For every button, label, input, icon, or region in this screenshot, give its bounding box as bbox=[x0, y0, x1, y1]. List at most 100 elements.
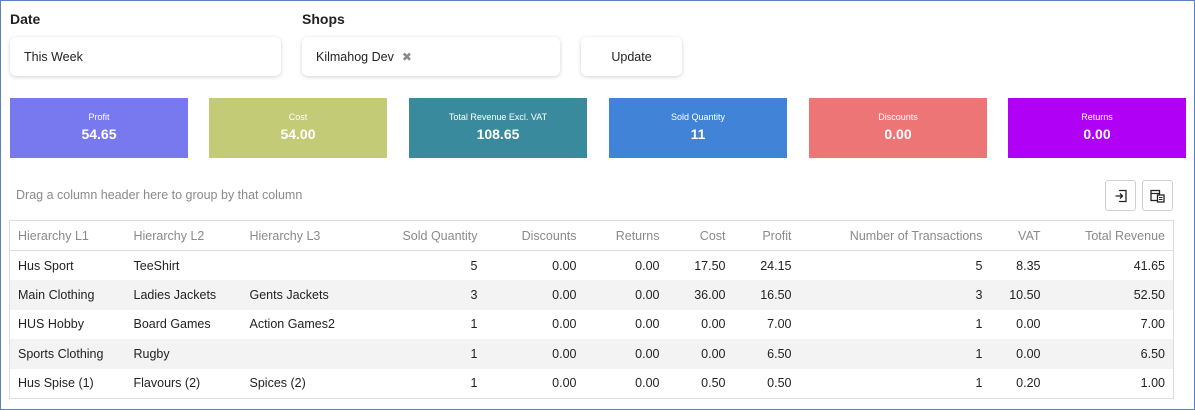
table-cell bbox=[242, 251, 362, 281]
table-cell: 0.00 bbox=[485, 280, 585, 310]
table-cell: 0.00 bbox=[584, 280, 668, 310]
table-cell: 1 bbox=[975, 317, 983, 332]
kpi-label: Discounts bbox=[878, 112, 918, 122]
table-cell: Ladies Jackets bbox=[125, 280, 242, 310]
header-row: Hierarchy L1 Hierarchy L2 Hierarchy L3 S… bbox=[9, 220, 1174, 251]
column-header[interactable]: Returns bbox=[584, 220, 668, 251]
column-header[interactable]: Discounts bbox=[485, 220, 585, 251]
table-cell: HUS Hobby bbox=[18, 317, 84, 332]
kpi-value: 0.00 bbox=[884, 126, 912, 142]
table-cell: 41.65 bbox=[1133, 258, 1165, 273]
table-cell: 10.50 bbox=[990, 280, 1049, 310]
table-cell: 17.50 bbox=[694, 258, 726, 273]
table-cell: Main Clothing bbox=[9, 280, 126, 310]
update-button[interactable]: Update bbox=[581, 37, 682, 76]
table-row[interactable]: Hus Spise (1) Flavours (2) Spices (2) 1 … bbox=[10, 369, 1174, 399]
table-row[interactable]: Main Clothing Ladies Jackets Gents Jacke… bbox=[9, 280, 1174, 310]
table-cell: Gents Jackets bbox=[241, 280, 362, 310]
table-cell: 0.00 bbox=[584, 339, 668, 369]
table-cell: 0.00 bbox=[552, 317, 577, 332]
kpi-value: 0.00 bbox=[1083, 126, 1111, 142]
table-cell: 0.00 bbox=[990, 339, 1049, 369]
table-cell: 5 bbox=[470, 258, 478, 273]
kpi-card-revenue-excl-vat: Total Revenue Excl. VAT 108.65 bbox=[409, 98, 587, 158]
kpi-value: 54.00 bbox=[280, 126, 316, 142]
table-cell: 3 bbox=[799, 280, 991, 310]
kpi-value: 108.65 bbox=[476, 126, 520, 142]
kpi-card-sold-quantity: Sold Quantity 11 bbox=[609, 98, 787, 158]
table-cell: 1 bbox=[470, 376, 478, 391]
kpi-label: Total Revenue Excl. VAT bbox=[448, 112, 548, 122]
table-cell: 1 bbox=[799, 339, 991, 369]
kpi-card-cost: Cost 54.00 bbox=[209, 98, 387, 158]
shops-label: Shops bbox=[302, 11, 345, 27]
table-cell: 1 bbox=[975, 376, 983, 391]
column-chooser-icon bbox=[1150, 189, 1165, 203]
table-cell: 24.15 bbox=[760, 258, 792, 273]
table-cell: 7.00 bbox=[767, 317, 792, 332]
table-cell: 0.00 bbox=[635, 317, 660, 332]
table-cell: TeeShirt bbox=[133, 258, 180, 273]
table-cell: Rugby bbox=[125, 339, 242, 369]
table-row[interactable]: Hus Sport TeeShirt 5 0.00 0.00 17.50 24.… bbox=[10, 251, 1174, 281]
table-cell: 3 bbox=[361, 280, 486, 310]
export-icon bbox=[1115, 189, 1127, 202]
export-button[interactable] bbox=[1105, 180, 1136, 211]
table-cell: 5 bbox=[975, 258, 983, 273]
column-header[interactable]: Profit bbox=[733, 220, 800, 251]
date-select[interactable]: This Week bbox=[10, 37, 281, 76]
table-cell: 7.00 bbox=[1140, 317, 1165, 332]
column-header[interactable]: Total Revenue bbox=[1048, 220, 1174, 251]
date-label: Date bbox=[10, 11, 41, 27]
shop-chip-label: Kilmahog Dev bbox=[316, 49, 394, 64]
table-cell: 6.50 bbox=[1048, 339, 1174, 369]
column-header[interactable]: Cost bbox=[667, 220, 734, 251]
table-cell: Hus Spise (1) bbox=[18, 376, 94, 391]
table-cell: 1.00 bbox=[1140, 376, 1165, 391]
kpi-label: Cost bbox=[288, 112, 308, 122]
column-header[interactable]: Number of Transactions bbox=[799, 220, 991, 251]
column-header[interactable]: VAT bbox=[990, 220, 1049, 251]
sales-grid: Hierarchy L1 Hierarchy L2 Hierarchy L3 S… bbox=[9, 220, 1174, 399]
kpi-card-discounts: Discounts 0.00 bbox=[809, 98, 987, 158]
column-header[interactable]: Sold Quantity bbox=[361, 220, 486, 251]
table-cell: 0.00 bbox=[552, 258, 577, 273]
table-cell: 0.00 bbox=[1016, 317, 1041, 332]
table-cell: Action Games2 bbox=[249, 317, 335, 332]
column-header[interactable]: Hierarchy L2 bbox=[125, 220, 242, 251]
table-cell: 0.00 bbox=[485, 339, 585, 369]
table-cell: 0.00 bbox=[667, 339, 734, 369]
table-cell: 1 bbox=[361, 339, 486, 369]
table-cell: 16.50 bbox=[733, 280, 800, 310]
table-cell: Flavours (2) bbox=[133, 376, 201, 391]
table-cell: Sports Clothing bbox=[9, 339, 126, 369]
kpi-card-returns: Returns 0.00 bbox=[1008, 98, 1186, 158]
table-cell: 0.00 bbox=[635, 376, 660, 391]
kpi-label: Sold Quantity bbox=[670, 112, 726, 122]
table-cell: 0.50 bbox=[701, 376, 726, 391]
table-cell: 1 bbox=[470, 317, 478, 332]
table-cell: 0.00 bbox=[701, 317, 726, 332]
table-cell: 36.00 bbox=[667, 280, 734, 310]
column-header[interactable]: Hierarchy L1 bbox=[9, 220, 126, 251]
kpi-label: Returns bbox=[1081, 112, 1113, 122]
table-cell: Hus Sport bbox=[18, 258, 74, 273]
table-cell: 8.35 bbox=[1016, 258, 1041, 273]
table-row[interactable]: Sports Clothing Rugby 1 0.00 0.00 0.00 6… bbox=[9, 339, 1174, 369]
table-row[interactable]: HUS Hobby Board Games Action Games2 1 0.… bbox=[10, 310, 1174, 340]
kpi-value: 11 bbox=[690, 126, 706, 142]
table-cell: 0.00 bbox=[635, 258, 660, 273]
shops-select[interactable]: Kilmahog Dev ✖ bbox=[302, 37, 560, 76]
column-chooser-button[interactable] bbox=[1142, 180, 1173, 211]
kpi-value: 54.65 bbox=[81, 126, 117, 142]
kpi-label: Profit bbox=[88, 112, 110, 122]
column-header[interactable]: Hierarchy L3 bbox=[241, 220, 362, 251]
table-cell bbox=[241, 339, 362, 369]
table-cell: Board Games bbox=[133, 317, 211, 332]
remove-chip-icon[interactable]: ✖ bbox=[402, 50, 412, 64]
table-cell: 0.20 bbox=[1016, 376, 1041, 391]
table-cell: 52.50 bbox=[1048, 280, 1174, 310]
date-value: This Week bbox=[24, 49, 83, 64]
table-cell: 0.50 bbox=[767, 376, 792, 391]
group-panel-hint[interactable]: Drag a column header here to group by th… bbox=[16, 188, 302, 202]
